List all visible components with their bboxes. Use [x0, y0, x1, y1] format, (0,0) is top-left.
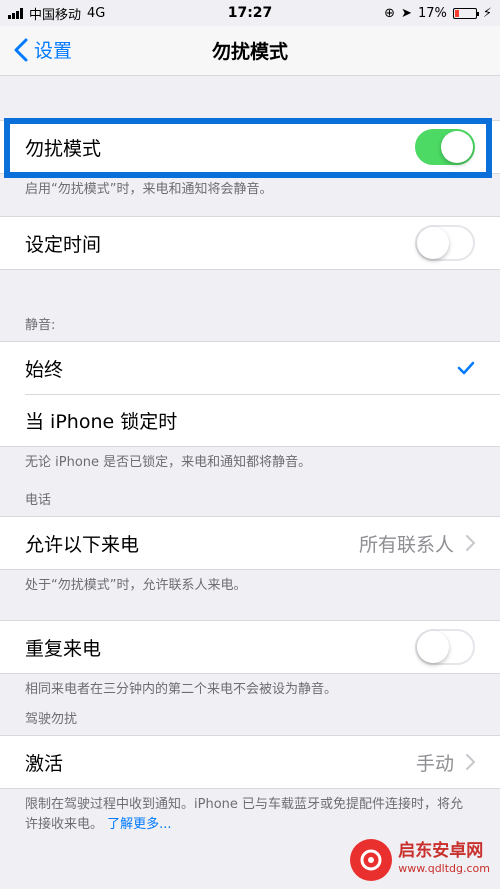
- allow-calls-footnote: 处于“勿扰模式”时，允许联系人来电。: [25, 578, 247, 593]
- silence-footnote: 无论 iPhone 是否已锁定，来电和通知都将静音。: [25, 455, 312, 470]
- driving-footnote: 限制在驾驶过程中收到通知。iPhone 已与车载蓝牙或免提配件连接时，将允许接收…: [0, 789, 500, 835]
- page-title: 勿扰模式: [211, 41, 288, 63]
- dnd-footnote: 启用“勿扰模式”时，来电和通知将会静音。: [25, 182, 273, 197]
- driving-header: 驾驶勿扰: [25, 712, 78, 727]
- scheduled-toggle[interactable]: [415, 225, 475, 261]
- watermark-url: www.qdltdg.com: [398, 862, 490, 875]
- location-icon: ➤: [401, 5, 412, 21]
- navigation-bar: 设置 勿扰模式: [0, 26, 500, 76]
- status-time: 17:27: [227, 5, 273, 21]
- network-type: 4G: [87, 5, 106, 21]
- dnd-group: 勿扰模式: [0, 120, 500, 174]
- repeated-footnote: 相同来电者在三分钟内的第二个来电不会被设为静音。: [25, 682, 338, 697]
- repeated-group: 重复来电: [0, 620, 500, 674]
- activate-detail: 手动: [416, 749, 475, 776]
- allow-calls-detail: 所有联系人: [359, 530, 475, 557]
- scheduled-label: 设定时间: [25, 233, 102, 256]
- driving-footnote-text: 限制在驾驶过程中收到通知。iPhone 已与车载蓝牙或免提配件连接时，将允许接收…: [25, 797, 464, 832]
- watermark: 启东安卓网 www.qdltdg.com: [350, 839, 490, 881]
- status-right: ⊕ ➤ 17% ⚡: [384, 6, 492, 21]
- scheduled-group: 设定时间: [0, 216, 500, 270]
- dnd-row: 勿扰模式: [0, 121, 500, 173]
- status-bar: 中国移动 4G 17:27 ⊕ ➤ 17% ⚡: [0, 0, 500, 26]
- dnd-toggle[interactable]: [415, 129, 475, 165]
- activate-value: 手动: [415, 752, 454, 775]
- scheduled-row: 设定时间: [0, 217, 500, 269]
- back-label: 设置: [34, 40, 73, 62]
- allow-calls-label: 允许以下来电: [25, 533, 140, 556]
- silence-locked-label: 当 iPhone 锁定时: [25, 410, 178, 433]
- learn-more-link[interactable]: 了解更多...: [107, 817, 171, 832]
- status-left: 中国移动 4G: [8, 4, 105, 23]
- carrier-name: 中国移动: [29, 7, 82, 23]
- chevron-right-icon: [466, 535, 475, 551]
- rotation-lock-icon: ⊕: [384, 5, 396, 21]
- chevron-left-icon: [14, 38, 28, 61]
- activate-row[interactable]: 激活 手动: [0, 736, 500, 788]
- silence-always-row[interactable]: 始终: [0, 342, 500, 394]
- allow-calls-group: 允许以下来电 所有联系人: [0, 516, 500, 570]
- phone-header: 电话: [25, 493, 52, 508]
- back-button[interactable]: 设置: [14, 36, 72, 63]
- battery-icon: [452, 7, 479, 19]
- battery-percent: 17%: [417, 5, 447, 21]
- silence-always-label: 始终: [25, 358, 64, 381]
- driving-group: 激活 手动: [0, 735, 500, 789]
- watermark-title: 启东安卓网: [398, 841, 484, 861]
- checkmark-icon: [457, 361, 475, 375]
- signal-icon: [8, 7, 23, 19]
- silence-group: 始终 当 iPhone 锁定时: [0, 341, 500, 447]
- allow-calls-value: 所有联系人: [358, 533, 454, 556]
- silence-locked-row[interactable]: 当 iPhone 锁定时: [0, 394, 500, 446]
- allow-calls-row[interactable]: 允许以下来电 所有联系人: [0, 517, 500, 569]
- activate-label: 激活: [25, 752, 64, 775]
- silence-header: 静音:: [25, 318, 56, 333]
- dnd-label: 勿扰模式: [25, 137, 102, 160]
- repeated-label: 重复来电: [25, 637, 102, 660]
- charging-icon: ⚡: [482, 5, 492, 21]
- watermark-logo-icon: [350, 839, 393, 881]
- repeated-row: 重复来电: [0, 621, 500, 673]
- chevron-right-icon: [466, 754, 475, 770]
- repeated-toggle[interactable]: [415, 629, 475, 665]
